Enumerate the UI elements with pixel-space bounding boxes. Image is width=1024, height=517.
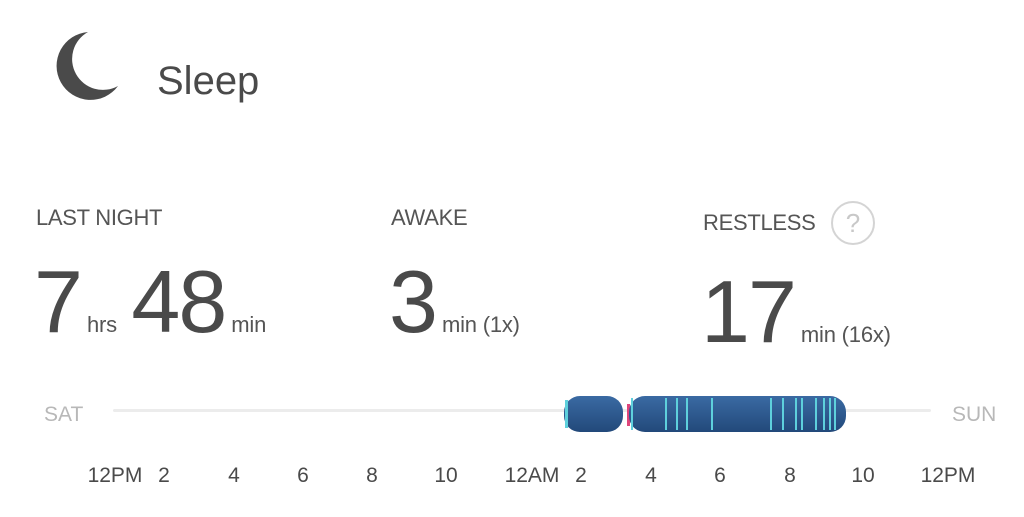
hour-tick: 2 bbox=[158, 464, 170, 487]
hour-tick: 6 bbox=[714, 464, 726, 487]
hour-tick: 4 bbox=[228, 464, 240, 487]
minutes-unit: min bbox=[231, 312, 267, 337]
hours-unit: hrs bbox=[86, 312, 117, 337]
restless-mark bbox=[631, 398, 633, 430]
last-night-label: LAST NIGHT bbox=[36, 205, 163, 230]
hour-tick: 10 bbox=[851, 464, 875, 487]
hour-tick: 12AM bbox=[504, 464, 560, 487]
restless-value: 17 min (16x) bbox=[701, 268, 891, 356]
hour-tick: 4 bbox=[645, 464, 657, 487]
awake-minutes: 3 bbox=[389, 252, 438, 351]
hour-tick: 12PM bbox=[920, 464, 976, 487]
restless-mark bbox=[823, 398, 825, 430]
restless-mark bbox=[676, 398, 678, 430]
last-night-value: 7 hrs 48 min bbox=[34, 258, 266, 346]
restless-mark bbox=[782, 398, 784, 430]
restless-mark bbox=[801, 398, 803, 430]
hour-tick: 12PM bbox=[87, 464, 143, 487]
hours-value: 7 bbox=[34, 252, 83, 351]
restless-mark bbox=[829, 398, 831, 430]
hour-tick: 6 bbox=[297, 464, 309, 487]
hour-tick: 8 bbox=[366, 464, 378, 487]
restless-mark bbox=[686, 398, 688, 430]
sleep-segment-1[interactable] bbox=[564, 396, 623, 432]
hour-tick: 2 bbox=[575, 464, 587, 487]
help-icon[interactable]: ? bbox=[831, 201, 875, 245]
sleep-timeline-chart[interactable] bbox=[0, 380, 1024, 440]
awake-label: AWAKE bbox=[391, 205, 468, 230]
sleep-segment-2[interactable] bbox=[629, 396, 846, 432]
restless-unit: min (16x) bbox=[800, 322, 891, 347]
restless-mark bbox=[795, 398, 797, 430]
awake-value: 3 min (1x) bbox=[389, 258, 520, 346]
awake-unit: min (1x) bbox=[441, 312, 520, 337]
minutes-value: 48 bbox=[131, 252, 227, 351]
restless-mark bbox=[770, 398, 772, 430]
moon-icon bbox=[56, 32, 118, 100]
restless-mark bbox=[565, 400, 568, 428]
hour-tick: 8 bbox=[784, 464, 796, 487]
restless-mark bbox=[711, 398, 713, 430]
restless-mark bbox=[815, 398, 817, 430]
page-title: Sleep bbox=[157, 59, 260, 103]
hour-tick: 10 bbox=[434, 464, 458, 487]
restless-minutes: 17 bbox=[701, 262, 797, 361]
restless-mark bbox=[665, 398, 667, 430]
restless-mark bbox=[834, 398, 836, 430]
restless-label: RESTLESS bbox=[703, 210, 816, 235]
